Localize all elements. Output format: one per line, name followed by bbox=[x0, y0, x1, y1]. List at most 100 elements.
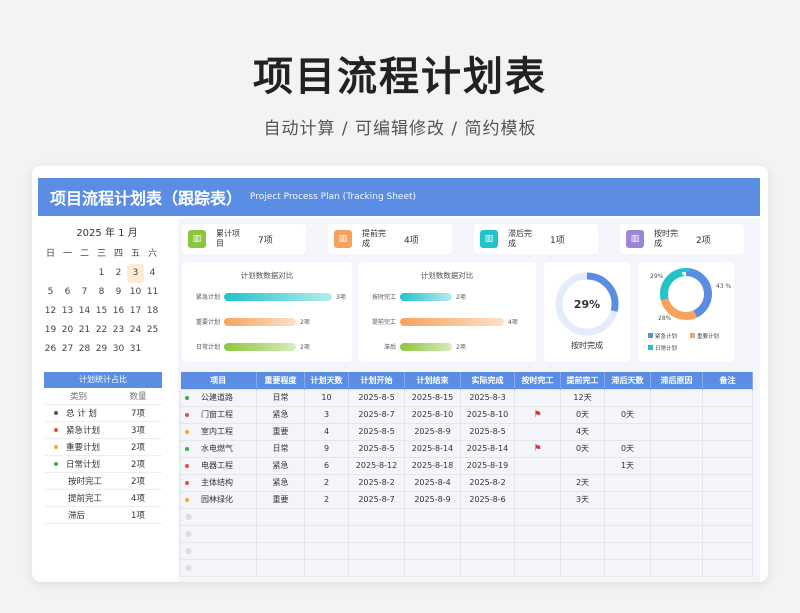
calendar-day[interactable]: 23 bbox=[110, 321, 127, 340]
note-cell[interactable] bbox=[702, 405, 753, 424]
project-cell[interactable]: 公建道路 bbox=[180, 388, 257, 407]
start-cell[interactable]: 2025-8-5 bbox=[348, 422, 405, 441]
reason-cell[interactable] bbox=[650, 473, 703, 492]
late-cell[interactable] bbox=[604, 473, 651, 492]
late-cell[interactable] bbox=[604, 422, 651, 441]
calendar-day[interactable]: 14 bbox=[76, 302, 93, 321]
ontime-cell[interactable] bbox=[514, 456, 561, 475]
project-cell[interactable]: 电器工程 bbox=[180, 456, 257, 475]
note-cell[interactable] bbox=[702, 388, 753, 407]
level-cell[interactable]: 紧急 bbox=[256, 405, 305, 424]
empty-cell[interactable] bbox=[348, 541, 405, 560]
start-cell[interactable]: 2025-8-2 bbox=[348, 473, 405, 492]
empty-cell[interactable] bbox=[702, 558, 753, 577]
empty-cell[interactable] bbox=[256, 524, 305, 543]
done-cell[interactable]: 2025-8-14 bbox=[460, 439, 515, 458]
empty-cell[interactable] bbox=[604, 507, 651, 526]
project-cell[interactable]: 园林绿化 bbox=[180, 490, 257, 509]
ontime-cell[interactable]: ⚑ bbox=[514, 405, 561, 424]
note-cell[interactable] bbox=[702, 422, 753, 441]
empty-cell[interactable]: ● bbox=[180, 541, 257, 560]
calendar-day[interactable]: 16 bbox=[110, 302, 127, 321]
empty-cell[interactable]: ● bbox=[180, 524, 257, 543]
ontime-cell[interactable] bbox=[514, 388, 561, 407]
empty-cell[interactable] bbox=[404, 558, 461, 577]
empty-cell[interactable] bbox=[256, 541, 305, 560]
empty-cell[interactable] bbox=[404, 541, 461, 560]
reason-cell[interactable] bbox=[650, 439, 703, 458]
early-cell[interactable]: 12天 bbox=[560, 388, 605, 407]
calendar-day[interactable]: 28 bbox=[76, 340, 93, 359]
project-cell[interactable]: 水电燃气 bbox=[180, 439, 257, 458]
empty-cell[interactable] bbox=[650, 524, 703, 543]
reason-cell[interactable] bbox=[650, 405, 703, 424]
empty-cell[interactable] bbox=[702, 541, 753, 560]
empty-cell[interactable]: ● bbox=[180, 558, 257, 577]
empty-cell[interactable] bbox=[650, 507, 703, 526]
start-cell[interactable]: 2025-8-7 bbox=[348, 405, 405, 424]
start-cell[interactable]: 2025-8-7 bbox=[348, 490, 405, 509]
project-cell[interactable]: 主体结构 bbox=[180, 473, 257, 492]
empty-cell[interactable] bbox=[256, 558, 305, 577]
calendar-day[interactable]: 22 bbox=[93, 321, 110, 340]
calendar-day[interactable]: 2 bbox=[110, 264, 127, 283]
reason-cell[interactable] bbox=[650, 456, 703, 475]
ontime-cell[interactable]: ⚑ bbox=[514, 439, 561, 458]
calendar-day[interactable]: 24 bbox=[127, 321, 144, 340]
ontime-cell[interactable] bbox=[514, 422, 561, 441]
calendar-day[interactable]: 27 bbox=[59, 340, 76, 359]
empty-cell[interactable] bbox=[560, 524, 605, 543]
ontime-cell[interactable] bbox=[514, 490, 561, 509]
empty-cell[interactable] bbox=[348, 524, 405, 543]
calendar-day[interactable]: 19 bbox=[42, 321, 59, 340]
note-cell[interactable] bbox=[702, 490, 753, 509]
end-cell[interactable]: 2025-8-9 bbox=[404, 422, 461, 441]
early-cell[interactable]: 0天 bbox=[560, 439, 605, 458]
level-cell[interactable]: 日常 bbox=[256, 388, 305, 407]
empty-cell[interactable] bbox=[560, 558, 605, 577]
done-cell[interactable]: 2025-8-10 bbox=[460, 405, 515, 424]
calendar-day[interactable]: 26 bbox=[42, 340, 59, 359]
end-cell[interactable]: 2025-8-9 bbox=[404, 490, 461, 509]
calendar-day[interactable]: 9 bbox=[110, 283, 127, 302]
empty-cell[interactable] bbox=[514, 507, 561, 526]
empty-cell[interactable] bbox=[348, 507, 405, 526]
empty-cell[interactable] bbox=[650, 541, 703, 560]
level-cell[interactable]: 重要 bbox=[256, 422, 305, 441]
days-cell[interactable]: 2 bbox=[304, 473, 349, 492]
level-cell[interactable]: 日常 bbox=[256, 439, 305, 458]
empty-cell[interactable] bbox=[702, 507, 753, 526]
calendar-day[interactable]: 18 bbox=[144, 302, 161, 321]
note-cell[interactable] bbox=[702, 439, 753, 458]
empty-cell[interactable] bbox=[604, 541, 651, 560]
empty-cell[interactable] bbox=[304, 558, 349, 577]
empty-cell[interactable] bbox=[348, 558, 405, 577]
calendar-day[interactable]: 11 bbox=[144, 283, 161, 302]
empty-cell[interactable] bbox=[304, 541, 349, 560]
empty-cell[interactable] bbox=[404, 524, 461, 543]
early-cell[interactable]: 3天 bbox=[560, 490, 605, 509]
level-cell[interactable]: 紧急 bbox=[256, 456, 305, 475]
calendar-day[interactable]: 8 bbox=[93, 283, 110, 302]
reason-cell[interactable] bbox=[650, 490, 703, 509]
reason-cell[interactable] bbox=[650, 388, 703, 407]
end-cell[interactable]: 2025-8-18 bbox=[404, 456, 461, 475]
start-cell[interactable]: 2025-8-5 bbox=[348, 439, 405, 458]
early-cell[interactable]: 0天 bbox=[560, 405, 605, 424]
days-cell[interactable]: 3 bbox=[304, 405, 349, 424]
empty-cell[interactable]: ● bbox=[180, 507, 257, 526]
note-cell[interactable] bbox=[702, 456, 753, 475]
days-cell[interactable]: 10 bbox=[304, 388, 349, 407]
start-cell[interactable]: 2025-8-5 bbox=[348, 388, 405, 407]
days-cell[interactable]: 2 bbox=[304, 490, 349, 509]
empty-cell[interactable] bbox=[460, 558, 515, 577]
empty-cell[interactable] bbox=[702, 524, 753, 543]
calendar-day[interactable]: 10 bbox=[127, 283, 144, 302]
empty-cell[interactable] bbox=[514, 558, 561, 577]
empty-cell[interactable] bbox=[604, 524, 651, 543]
done-cell[interactable]: 2025-8-19 bbox=[460, 456, 515, 475]
late-cell[interactable]: 1天 bbox=[604, 456, 651, 475]
done-cell[interactable]: 2025-8-6 bbox=[460, 490, 515, 509]
calendar-day[interactable]: 15 bbox=[93, 302, 110, 321]
calendar-day[interactable]: 1 bbox=[93, 264, 110, 283]
